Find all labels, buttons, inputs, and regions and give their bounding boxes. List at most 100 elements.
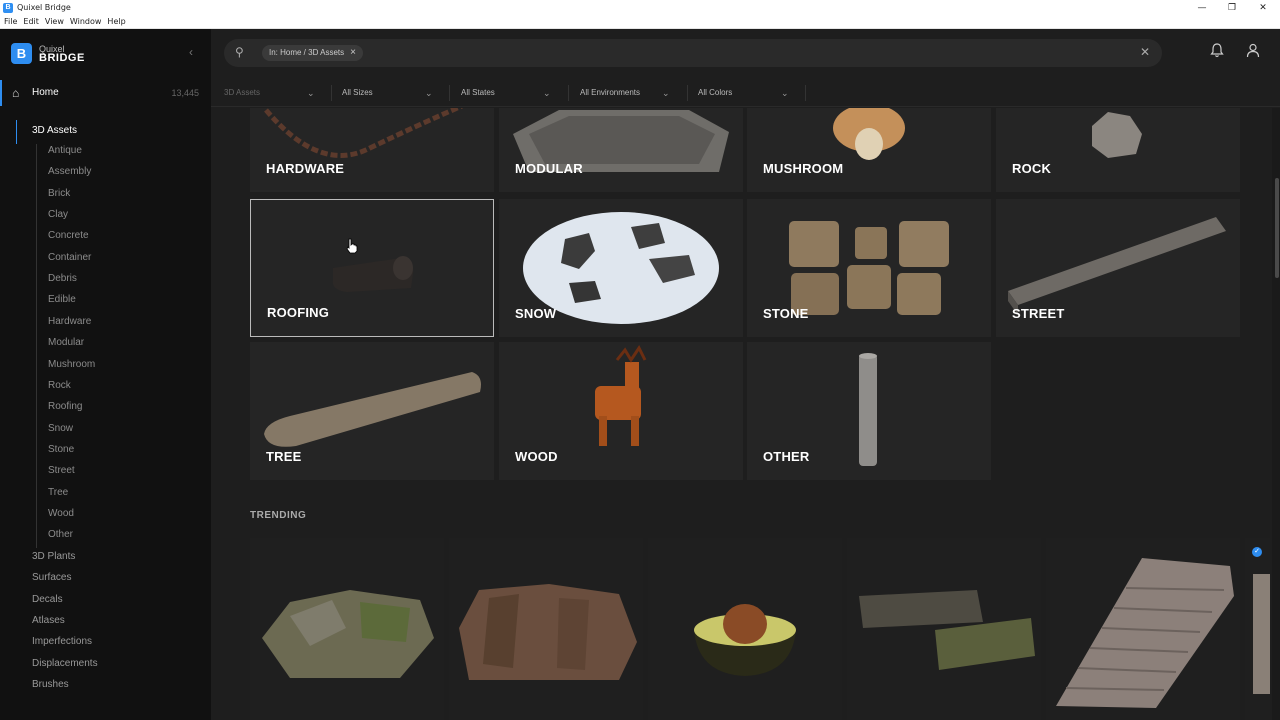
stairs-thumbnail — [1056, 558, 1234, 708]
notifications-icon[interactable] — [1209, 42, 1225, 61]
rock-thumbnail — [1092, 112, 1142, 158]
chevron-down-icon: ⌄ — [662, 88, 670, 98]
sidebar-item-decals[interactable]: Decals — [32, 594, 63, 605]
chain-thumbnail — [264, 108, 463, 158]
sidebar-item-3d-assets[interactable]: 3D Assets — [32, 125, 77, 136]
sidebar-item-displacements[interactable]: Displacements — [32, 658, 98, 669]
home-icon: ⌂ — [12, 86, 20, 100]
sidebar-item-stone[interactable]: Stone — [48, 444, 74, 455]
brand-logo: B Quixel BRIDGE — [11, 43, 85, 64]
trending-asset-card[interactable] — [250, 538, 444, 720]
sidebar-item-tree[interactable]: Tree — [48, 487, 68, 498]
card-label: OTHER — [763, 449, 810, 464]
card-label: HARDWARE — [266, 161, 345, 176]
filter-asset-type[interactable]: 3D Assets ⌄ — [224, 79, 324, 107]
sidebar-item-assembly[interactable]: Assembly — [48, 166, 91, 177]
category-card-mushroom[interactable]: MUSHROOM — [747, 108, 991, 192]
sidebar-item-snow[interactable]: Snow — [48, 423, 73, 434]
user-account-icon[interactable] — [1245, 42, 1261, 61]
sidebar-item-brushes[interactable]: Brushes — [32, 679, 69, 690]
sidebar-item-wood[interactable]: Wood — [48, 508, 74, 519]
sidebar-item-concrete[interactable]: Concrete — [48, 230, 89, 241]
category-card-other[interactable]: OTHER — [747, 342, 991, 480]
sidebar: B Quixel BRIDGE ‹ ⌂ Home 13,445 3D Asset… — [0, 29, 211, 720]
collapse-sidebar-icon[interactable]: ‹ — [189, 45, 193, 59]
chevron-down-icon: ⌄ — [543, 88, 551, 98]
sidebar-item-edible[interactable]: Edible — [48, 294, 76, 305]
scrollbar-thumb[interactable] — [1275, 178, 1279, 278]
trending-asset-card[interactable] — [1046, 538, 1240, 720]
menu-view[interactable]: View — [45, 17, 64, 26]
card-label: STREET — [1012, 306, 1065, 321]
sidebar-item-home[interactable]: ⌂ Home 13,445 — [0, 80, 211, 106]
category-card-street[interactable]: STREET — [996, 199, 1240, 337]
card-label: ROOFING — [267, 305, 330, 320]
filter-colors[interactable]: All Colors ⌄ — [698, 79, 798, 107]
window-titlebar: B Quixel Bridge — [0, 0, 1280, 15]
sidebar-item-clay[interactable]: Clay — [48, 209, 68, 220]
sidebar-item-other[interactable]: Other — [48, 529, 73, 540]
category-card-rock[interactable]: ROCK — [996, 108, 1240, 192]
active-indicator — [0, 80, 2, 106]
sidebar-item-brick[interactable]: Brick — [48, 188, 70, 199]
sidebar-item-imperfections[interactable]: Imperfections — [32, 636, 92, 647]
top-bar: ⚲ In: Home / 3D Assets × ✕ — [211, 29, 1280, 79]
category-card-roofing[interactable]: ROOFING — [250, 199, 494, 337]
minimize-button[interactable]: — — [1187, 0, 1217, 15]
tree-guide-line — [36, 144, 37, 548]
card-label: MODULAR — [515, 161, 583, 176]
window-title: Quixel Bridge — [17, 3, 71, 12]
modular-thumbnail — [513, 110, 729, 172]
mossy-rocks-thumbnail — [262, 590, 434, 678]
menu-edit[interactable]: Edit — [23, 17, 39, 26]
stone-wall-thumbnail — [859, 590, 1035, 670]
category-card-wood[interactable]: WOOD — [499, 342, 743, 480]
clear-search-icon[interactable]: ✕ — [1140, 45, 1150, 59]
menu-window[interactable]: Window — [70, 17, 102, 26]
sidebar-item-container[interactable]: Container — [48, 252, 91, 263]
sidebar-item-surfaces[interactable]: Surfaces — [32, 572, 71, 583]
card-label: TREE — [266, 449, 302, 464]
sidebar-item-roofing[interactable]: Roofing — [48, 401, 82, 412]
sidebar-item-hardware[interactable]: Hardware — [48, 316, 91, 327]
filter-environments[interactable]: All Environments ⌄ — [580, 79, 680, 107]
filter-colors-label: All Colors — [698, 88, 733, 97]
filter-states[interactable]: All States ⌄ — [461, 79, 561, 107]
filter-sizes[interactable]: All Sizes ⌄ — [342, 79, 442, 107]
card-label: SNOW — [515, 306, 557, 321]
filter-sizes-label: All Sizes — [342, 88, 373, 97]
home-label: Home — [32, 87, 59, 98]
trending-asset-card[interactable] — [449, 538, 643, 720]
trending-asset-card[interactable] — [648, 538, 842, 720]
search-scope-chip[interactable]: In: Home / 3D Assets × — [262, 45, 363, 61]
card-label: STONE — [763, 306, 809, 321]
category-card-modular[interactable]: MODULAR — [499, 108, 743, 192]
category-card-stone[interactable]: STONE — [747, 199, 991, 337]
trending-asset-card[interactable] — [847, 538, 1041, 720]
trending-asset-card[interactable] — [1245, 538, 1270, 720]
menu-file[interactable]: File — [4, 17, 17, 26]
home-count: 13,445 — [171, 88, 199, 98]
sidebar-item-rock[interactable]: Rock — [48, 380, 71, 391]
sidebar-item-antique[interactable]: Antique — [48, 145, 82, 156]
menu-help[interactable]: Help — [107, 17, 125, 26]
sidebar-item-street[interactable]: Street — [48, 465, 75, 476]
partial-asset-thumbnail — [1253, 574, 1270, 694]
sidebar-item-atlases[interactable]: Atlases — [32, 615, 65, 626]
mushroom-thumbnail — [833, 108, 905, 160]
sidebar-item-modular[interactable]: Modular — [48, 337, 84, 348]
sidebar-item-debris[interactable]: Debris — [48, 273, 77, 284]
category-card-snow[interactable]: SNOW — [499, 199, 743, 337]
menu-bar: File Edit View Window Help — [0, 15, 1280, 29]
category-card-hardware[interactable]: HARDWARE — [250, 108, 494, 192]
sidebar-item-3d-plants[interactable]: 3D Plants — [32, 551, 75, 562]
app-icon: B — [3, 2, 13, 13]
category-card-tree[interactable]: TREE — [250, 342, 494, 480]
restore-button[interactable]: ❐ — [1217, 0, 1247, 15]
hand-cursor-icon — [346, 238, 358, 259]
content-area: HARDWARE MODULAR MUSHROOM ROCK ROOFING S… — [211, 108, 1270, 720]
close-window-button[interactable]: ✕ — [1248, 0, 1278, 15]
search-bar[interactable]: ⚲ In: Home / 3D Assets × ✕ — [224, 39, 1162, 67]
sidebar-item-mushroom[interactable]: Mushroom — [48, 359, 95, 370]
remove-chip-icon[interactable]: × — [350, 45, 356, 61]
